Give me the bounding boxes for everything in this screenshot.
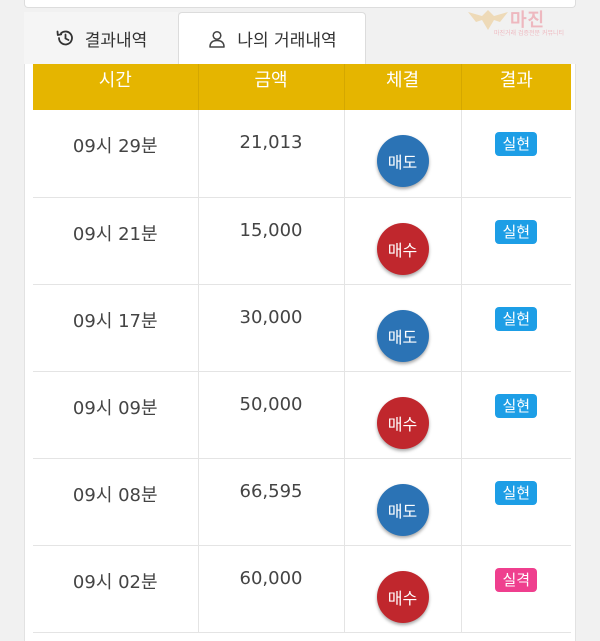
result-badge: 실현 (495, 393, 538, 418)
cell-trade: 매수 (344, 545, 462, 633)
tab-results-label: 결과내역 (84, 30, 148, 51)
amount-text: 21,013 (239, 132, 303, 153)
time-text: 09시 02분 (72, 571, 158, 593)
time-text: 09시 09분 (72, 397, 158, 419)
table-row: 09시 02분 60,000 매수 실격 (33, 545, 571, 633)
table-row: 09시 08분 66,595 매도 실현 (33, 458, 571, 546)
cell-result: 실현 (461, 284, 571, 372)
cell-amount: 21,013 (198, 110, 345, 198)
table-row: 09시 21분 15,000 매수 실현 (33, 197, 571, 285)
amount-text: 15,000 (239, 219, 303, 241)
trade-history-table: 시간 금액 체결 결과 09시 29분 21,013 매도 실현 09시 21분… (33, 64, 571, 633)
cell-amount: 66,595 (198, 458, 345, 546)
header-amount: 금액 (198, 64, 345, 110)
cell-amount: 30,000 (198, 284, 345, 372)
cell-amount: 50,000 (198, 371, 345, 459)
table-header-row: 시간 금액 체결 결과 (33, 64, 571, 110)
result-badge: 실현 (495, 480, 538, 505)
sell-badge: 매도 (376, 135, 429, 187)
history-icon (55, 28, 75, 48)
cell-result: 실현 (461, 458, 571, 546)
header-trade: 체결 (344, 64, 462, 110)
cell-result: 실현 (461, 110, 571, 198)
buy-badge: 매수 (376, 396, 429, 449)
tab-bar: 결과내역 나의 거래내역 (24, 12, 576, 64)
amount-text: 50,000 (239, 393, 303, 415)
header-time: 시간 (33, 64, 199, 110)
cell-time: 09시 29분 (33, 110, 199, 198)
cell-trade: 매도 (344, 284, 462, 372)
table-row: 09시 29분 21,013 매도 실현 (33, 110, 571, 198)
result-badge: 실현 (495, 306, 538, 331)
cell-time: 09시 17분 (33, 284, 199, 372)
trade-history-panel: 시간 금액 체결 결과 09시 29분 21,013 매도 실현 09시 21분… (24, 64, 576, 641)
sell-badge: 매도 (376, 309, 429, 362)
cell-time: 09시 21분 (33, 197, 199, 285)
result-badge: 실현 (495, 219, 538, 244)
header-result: 결과 (461, 64, 571, 110)
cell-time: 09시 02분 (33, 545, 199, 633)
cell-result: 실현 (461, 197, 571, 285)
cell-trade: 매도 (344, 110, 462, 198)
result-badge: 실현 (495, 132, 538, 156)
cell-time: 09시 08분 (33, 458, 199, 546)
app-root: 마진 마진거래 검증전문 커뮤니티 결과내역 나의 거래내역 시간 금액 체결 … (0, 0, 600, 641)
tab-my-trades-label: 나의 거래내역 (237, 31, 337, 51)
buy-badge: 매수 (376, 570, 429, 623)
user-icon (207, 29, 227, 49)
cell-result: 실격 (461, 545, 571, 633)
cell-amount: 15,000 (198, 197, 345, 285)
tab-my-trades[interactable]: 나의 거래내역 (178, 12, 366, 64)
amount-text: 30,000 (239, 306, 303, 328)
result-badge: 실격 (495, 567, 538, 592)
cell-result: 실현 (461, 371, 571, 459)
cell-trade: 매수 (344, 197, 462, 285)
cell-trade: 매수 (344, 371, 462, 459)
cell-amount: 60,000 (198, 545, 345, 633)
sell-badge: 매도 (376, 483, 429, 536)
time-text: 09시 29분 (72, 136, 158, 157)
time-text: 09시 17분 (72, 310, 158, 332)
time-text: 09시 21분 (72, 223, 158, 245)
buy-badge: 매수 (376, 222, 429, 275)
tab-results[interactable]: 결과내역 (24, 12, 178, 64)
cell-time: 09시 09분 (33, 371, 199, 459)
amount-text: 60,000 (239, 567, 303, 589)
time-text: 09시 08분 (72, 484, 158, 506)
cell-trade: 매도 (344, 458, 462, 546)
amount-text: 66,595 (239, 480, 303, 502)
table-row: 09시 17분 30,000 매도 실현 (33, 284, 571, 372)
table-row: 09시 09분 50,000 매수 실현 (33, 371, 571, 459)
